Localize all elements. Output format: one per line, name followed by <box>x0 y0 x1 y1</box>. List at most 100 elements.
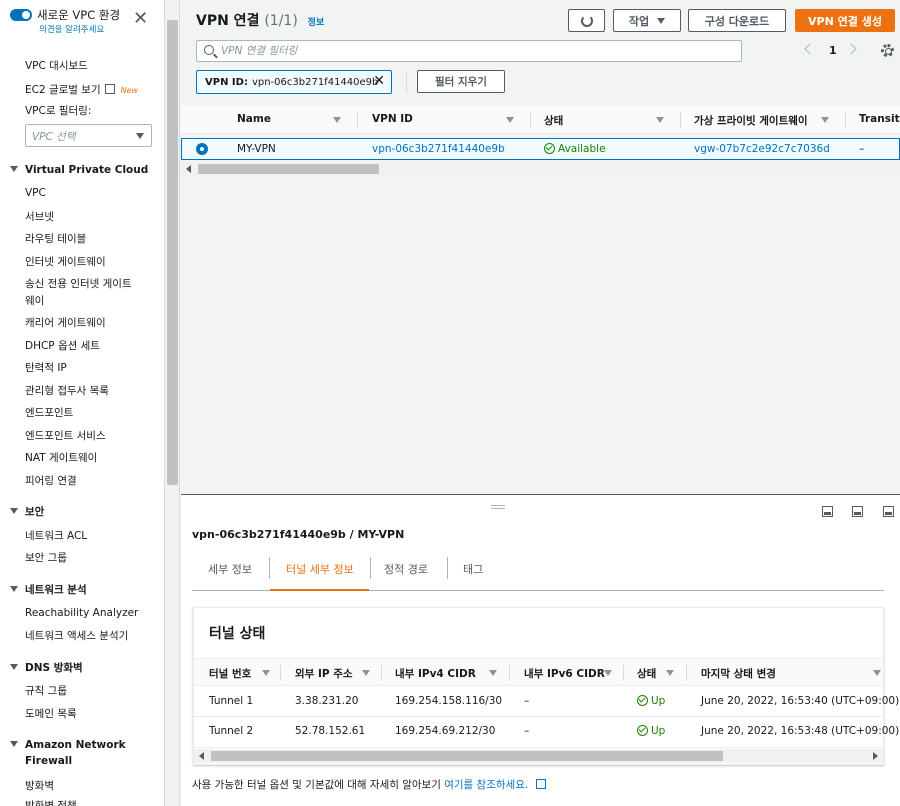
divider <box>381 665 382 681</box>
sidebar-item-rule-groups[interactable]: 규칙 그룹 <box>25 683 67 698</box>
scrollbar-thumb[interactable] <box>198 164 379 174</box>
sidebar-item-egress-only-igw-wrap[interactable]: 웨이 <box>25 293 44 308</box>
divider <box>623 665 624 681</box>
section-title: DNS 방화벽 <box>25 662 83 674</box>
sidebar-item-nat-gateways[interactable]: NAT 게이트웨이 <box>25 450 97 465</box>
sort-icon[interactable] <box>656 117 664 123</box>
sort-icon[interactable] <box>262 670 270 676</box>
sidebar-item-endpoints[interactable]: 엔드포인트 <box>25 405 73 420</box>
sidebar-item-internet-gateways[interactable]: 인터넷 게이트웨이 <box>25 254 106 269</box>
sidebar-item-route-tables[interactable]: 라우팅 테이블 <box>25 231 86 246</box>
scroll-left-icon[interactable] <box>199 752 204 760</box>
toggle-switch[interactable] <box>10 9 32 21</box>
actions-button[interactable]: 작업 <box>613 9 681 32</box>
sidebar-item-network-acl[interactable]: 네트워크 ACL <box>25 528 87 543</box>
refresh-button[interactable] <box>568 9 605 32</box>
section-dns-firewall[interactable]: DNS 방화벽 <box>10 660 83 675</box>
section-network-firewall[interactable]: Amazon Network <box>10 739 126 751</box>
sort-icon[interactable] <box>362 670 370 676</box>
sidebar-item-dhcp-options[interactable]: DHCP 옵션 세트 <box>25 338 100 353</box>
sort-icon[interactable] <box>333 117 341 123</box>
scroll-right-icon[interactable] <box>873 752 878 760</box>
caret-down-icon <box>10 586 18 592</box>
gear-icon[interactable] <box>881 44 894 57</box>
external-link-icon[interactable] <box>535 779 546 789</box>
section-vpc[interactable]: Virtual Private Cloud <box>10 164 148 176</box>
column-header-ipv6[interactable]: 내부 IPv6 CIDR <box>524 666 605 681</box>
clear-filters-button[interactable]: 필터 지우기 <box>417 70 505 93</box>
page-number[interactable]: 1 <box>829 44 837 57</box>
vgw-link[interactable]: vgw-07b7c2e92c7c7036d <box>694 143 830 155</box>
column-header-outside-ip[interactable]: 외부 IP 주소 <box>295 666 353 681</box>
scrollbar-thumb[interactable] <box>211 751 723 761</box>
panel-bottom-icon[interactable] <box>822 506 833 517</box>
prev-page-icon[interactable] <box>804 43 816 55</box>
footer-link[interactable]: 여기를 참조하세요. <box>444 779 528 791</box>
create-vpn-button[interactable]: VPN 연결 생성 <box>795 9 895 32</box>
selection-count: (1/1) <box>264 13 298 29</box>
column-header-ipv4[interactable]: 내부 IPv4 CIDR <box>395 666 476 681</box>
sidebar-item-reachability-analyzer[interactable]: Reachability Analyzer <box>25 607 138 619</box>
search-input[interactable] <box>221 43 731 59</box>
column-header-last-changed[interactable]: 마지막 상태 변경 <box>701 666 776 681</box>
sidebar-item-vpc-dashboard[interactable]: VPC 대시보드 <box>25 58 88 73</box>
section-network-analysis[interactable]: 네트워크 분석 <box>10 582 87 597</box>
divider <box>509 665 510 681</box>
footer-note: 사용 가능한 터널 옵션 및 기본값에 대해 자세히 알아보기 여기를 참조하세… <box>192 777 546 792</box>
sidebar-item-peering[interactable]: 피어링 연결 <box>25 473 77 488</box>
table-row[interactable]: MY-VPN vpn-06c3b271f41440e9b Available v… <box>181 138 900 160</box>
column-header-tunnel[interactable]: 터널 번호 <box>209 666 251 681</box>
sidebar-item-firewalls[interactable]: 방화벽 <box>25 778 54 793</box>
scrollbar-thumb[interactable] <box>167 20 178 485</box>
sidebar-item-endpoint-services[interactable]: 엔드포인트 서비스 <box>25 428 106 443</box>
scroll-left-icon[interactable] <box>186 165 191 173</box>
sidebar-scrollbar[interactable] <box>165 0 180 806</box>
column-header-transit[interactable]: Transit G <box>859 113 900 125</box>
column-header-status[interactable]: 상태 <box>637 666 656 681</box>
column-header-state[interactable]: 상태 <box>544 113 563 128</box>
sidebar-item-prefix-lists[interactable]: 관리형 접두사 목록 <box>25 383 109 398</box>
sort-icon[interactable] <box>873 670 881 676</box>
vpn-id-link[interactable]: vpn-06c3b271f41440e9b <box>372 143 505 155</box>
sidebar-item-carrier-gateways[interactable]: 캐리어 게이트웨이 <box>25 315 106 330</box>
section-title-line2: Firewall <box>25 755 73 767</box>
sort-icon[interactable] <box>506 117 514 123</box>
close-icon[interactable]: ✕ <box>133 10 148 28</box>
tab-details[interactable]: 세부 정보 <box>208 553 252 591</box>
divider <box>845 112 846 128</box>
sort-icon[interactable] <box>489 670 497 676</box>
sidebar-item-domain-lists[interactable]: 도메인 목록 <box>25 706 77 721</box>
panel-full-icon[interactable] <box>883 506 894 517</box>
tab-tunnel-details[interactable]: 터널 세부 정보 <box>270 553 369 591</box>
tab-tags[interactable]: 태그 <box>463 553 483 591</box>
resize-handle[interactable] <box>491 505 505 509</box>
sidebar-item-egress-only-igw[interactable]: 송신 전용 인터넷 게이트 <box>25 276 132 291</box>
column-header-vpn-id[interactable]: VPN ID <box>372 113 413 125</box>
sidebar-item-network-access-analyzer[interactable]: 네트워크 액세스 분석기 <box>25 628 128 643</box>
column-header-vgw[interactable]: 가상 프라이빗 게이트웨이 <box>694 113 808 128</box>
sidebar-item-vpc[interactable]: VPC <box>25 187 46 199</box>
sort-icon[interactable] <box>821 117 829 123</box>
panel-side-icon[interactable] <box>852 506 863 517</box>
tab-static-routes[interactable]: 정적 경로 <box>384 553 428 591</box>
section-security[interactable]: 보안 <box>10 504 44 519</box>
sidebar-item-security-groups[interactable]: 보안 그룹 <box>25 550 67 565</box>
sidebar-item-firewall-policies[interactable]: 방화벽 정책 <box>25 798 77 806</box>
info-link[interactable]: 정보 <box>308 18 325 28</box>
sidebar-item-elastic-ip[interactable]: 탄력적 IP <box>25 360 67 375</box>
vpc-filter-select[interactable]: VPC 선택 <box>25 124 152 147</box>
sort-icon[interactable] <box>604 670 612 676</box>
close-icon[interactable]: ✕ <box>373 73 385 89</box>
feedback-link[interactable]: 의견을 알려주세요 <box>39 23 104 35</box>
check-circle-icon <box>637 725 648 736</box>
column-header-name[interactable]: Name <box>237 113 271 125</box>
table-hscrollbar[interactable] <box>194 749 883 763</box>
download-config-button[interactable]: 구성 다운로드 <box>688 9 786 32</box>
sidebar-item-subnets[interactable]: 서브넷 <box>25 209 54 224</box>
row-radio[interactable] <box>196 143 208 155</box>
next-page-icon[interactable] <box>845 43 857 55</box>
search-field[interactable] <box>196 40 742 62</box>
sidebar-item-ec2-global-view[interactable]: EC2 글로벌 보기 New <box>25 82 138 97</box>
sort-icon[interactable] <box>666 670 674 676</box>
table-hscrollbar[interactable] <box>181 162 900 176</box>
